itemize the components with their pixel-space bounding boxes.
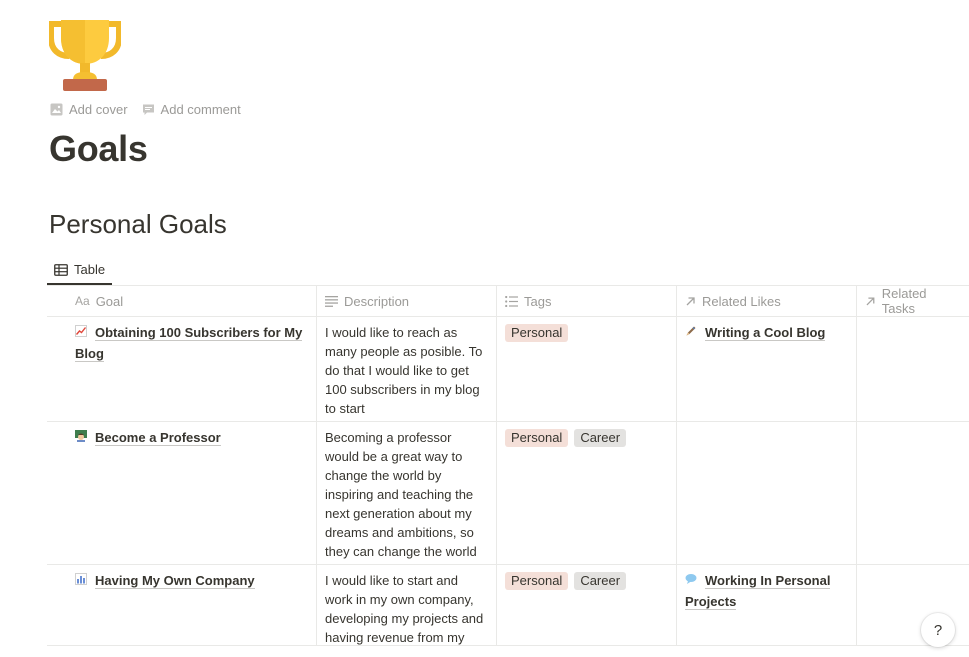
goal-cell[interactable]: Having My Own Company	[47, 565, 317, 645]
tags-cell[interactable]: Personal	[497, 317, 677, 421]
related-likes-cell[interactable]: Working In Personal Projects	[677, 565, 857, 645]
column-header-goal[interactable]: Aa Goal	[47, 286, 317, 316]
help-button[interactable]: ?	[921, 613, 955, 647]
description-cell[interactable]: Becoming a professor would be a great wa…	[317, 422, 497, 564]
goals-table: Aa Goal Description Tags Related Likes R…	[47, 286, 969, 646]
column-label: Tags	[524, 293, 552, 309]
arrow-up-right-icon	[686, 296, 695, 305]
related-like-link[interactable]: Writing a Cool Blog	[705, 325, 826, 341]
column-header-related-likes[interactable]: Related Likes	[677, 286, 857, 316]
column-label: Related Tasks	[881, 286, 927, 316]
column-label: Description	[344, 293, 410, 309]
table-header: Aa Goal Description Tags Related Likes R…	[47, 286, 969, 317]
column-label: Related Likes	[702, 293, 781, 309]
lines-icon	[325, 295, 338, 307]
tag-personal: Personal	[505, 572, 569, 590]
table-icon	[54, 263, 68, 276]
description-cell[interactable]: I would like to start and work in my own…	[317, 565, 497, 645]
table-row[interactable]: Become a Professor Becoming a professor …	[47, 422, 969, 565]
description-cell[interactable]: I would like to reach as many people as …	[317, 317, 497, 421]
related-tasks-cell[interactable]	[857, 317, 969, 421]
tag-career: Career	[574, 429, 627, 447]
tab-table-view[interactable]: Table	[47, 256, 113, 285]
tag-personal: Personal	[505, 429, 569, 447]
page-actions: Add cover Add comment	[50, 102, 241, 117]
column-header-description[interactable]: Description	[317, 286, 497, 316]
list-icon	[505, 295, 518, 307]
goal-cell[interactable]: Become a Professor	[47, 422, 317, 564]
related-tasks-cell[interactable]	[857, 422, 969, 564]
goal-link[interactable]: Obtaining 100 Subscribers for My Blog	[75, 325, 303, 362]
column-header-related-tasks[interactable]: Related Tasks	[857, 286, 969, 316]
teacher-icon	[75, 430, 89, 449]
tab-table-label: Table	[74, 262, 106, 277]
tag-career: Career	[574, 572, 627, 590]
goal-cell[interactable]: Obtaining 100 Subscribers for My Blog	[47, 317, 317, 421]
add-cover-button[interactable]: Add cover	[50, 102, 128, 117]
chart-increasing-icon	[75, 325, 89, 344]
add-cover-label: Add cover	[69, 102, 128, 117]
goal-link[interactable]: Become a Professor	[95, 430, 221, 446]
tags-cell[interactable]: Personal Career	[497, 565, 677, 645]
add-comment-button[interactable]: Add comment	[142, 102, 241, 117]
pen-icon	[685, 325, 699, 344]
related-likes-cell[interactable]: Writing a Cool Blog	[677, 317, 857, 421]
add-comment-label: Add comment	[160, 102, 241, 117]
goal-link[interactable]: Having My Own Company	[95, 573, 255, 589]
arrow-up-right-icon	[866, 296, 875, 305]
related-like-link[interactable]: Working In Personal Projects	[685, 573, 831, 610]
bar-chart-icon	[75, 573, 89, 592]
text-aa-icon: Aa	[75, 294, 90, 308]
tags-cell[interactable]: Personal Career	[497, 422, 677, 564]
speech-bubble-icon	[685, 573, 699, 592]
table-row[interactable]: Having My Own Company I would like to st…	[47, 565, 969, 646]
image-icon	[50, 103, 63, 116]
database-title[interactable]: Personal Goals	[49, 209, 227, 240]
column-label: Goal	[95, 293, 124, 309]
comment-icon	[142, 104, 154, 115]
related-likes-cell[interactable]	[677, 422, 857, 564]
trophy-icon[interactable]	[49, 18, 121, 92]
table-row[interactable]: Obtaining 100 Subscribers for My Blog I …	[47, 317, 969, 422]
page-title[interactable]: Goals	[49, 128, 148, 170]
column-header-tags[interactable]: Tags	[497, 286, 677, 316]
tag-personal: Personal	[505, 324, 569, 342]
